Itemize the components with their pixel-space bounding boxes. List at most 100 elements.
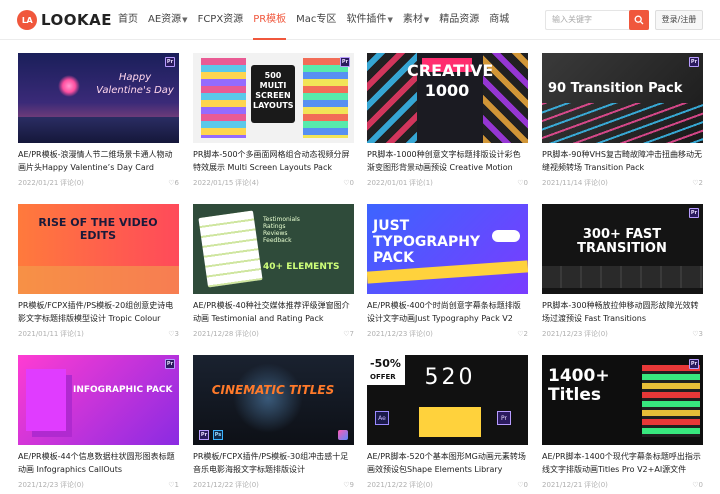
site-logo[interactable]: LA LOOKAE [17,10,112,30]
resource-card[interactable]: -50% OFFER 520 Ae Pr AE/PR脚本-520个基本图形MG动画… [367,355,528,490]
card-title[interactable]: PR模板/FCPX插件/PS模板-30组冲击感十足音乐电影海报文字标题排版设计 [193,451,354,476]
card-date: 2022/01/15 [193,179,234,187]
card-title[interactable]: PR脚本-300种畅放拉伸移动圆形故障光效转场过渡预设 Fast Transit… [542,300,703,325]
resource-card[interactable]: CINEMATIC TITLES Pr Ps PR模板/FCPX插件/PS模板-… [193,355,354,490]
card-thumbnail[interactable]: INFOGRAPHIC PACK Pr [18,355,179,445]
card-thumbnail[interactable]: 500 MULTI SCREEN LAYOUTS Pr [193,53,354,143]
nav-item-pr[interactable]: PR模板 [253,0,286,40]
card-comments[interactable]: 评论(0) [235,329,343,339]
nav-item-software[interactable]: 软件插件▼ [346,0,392,40]
thumbnail-text: CINEMATIC TITLES [211,383,335,397]
resource-card[interactable]: 500 MULTI SCREEN LAYOUTS Pr PR脚本-500个多画面… [193,53,354,188]
logo-mark: LA [17,10,37,30]
card-thumbnail[interactable]: 1400+ Titles Pr [542,355,703,445]
resource-card[interactable]: JUST TYPOGRAPHY PACK AE/PR模板-400个时尚创意字幕条… [367,204,528,339]
logo-text: LOOKAE [41,11,113,29]
card-comments[interactable]: 评论(0) [235,480,343,490]
thumbnail-text: 40+ ELEMENTS [263,262,340,272]
card-comments[interactable]: 评论(0) [584,178,692,188]
card-thumbnail[interactable]: JUST TYPOGRAPHY PACK [367,204,528,294]
card-title[interactable]: AE/PR模板-400个时尚创意字幕条标题排版设计文字动画Just Typogr… [367,300,528,325]
card-likes: 9 [349,481,354,489]
card-thumbnail[interactable]: CINEMATIC TITLES Pr Ps [193,355,354,445]
card-comments[interactable]: 评论(0) [60,480,168,490]
search-button[interactable] [629,10,649,30]
nav-item-shop[interactable]: 商城 [489,0,509,40]
card-title[interactable]: PR脚本-500个多画面网格组合动态视频分屏特效展示 Multi Screen … [193,149,354,174]
resource-card[interactable]: CREATIVE 1000 PR脚本-1000种创意文字标题排版设计彩色渐变图形… [367,53,528,188]
main-nav: 首页 AE资源▼ FCPX资源 PR模板 Mac专区 软件插件▼ 素材▼ 精品资… [118,0,519,40]
resource-card[interactable]: 1400+ Titles Pr AE/PR脚本-1400个现代字幕条标题呼出指示… [542,355,703,490]
card-comments[interactable]: 评论(1) [60,329,168,339]
card-likes: 3 [698,330,703,338]
card-likes: 7 [349,330,354,338]
premiere-icon: Pr [199,430,209,440]
thumbnail-text: INFOGRAPHIC PACK [73,385,173,395]
thumbnail-text: JUST TYPOGRAPHY PACK [373,218,481,266]
premiere-icon: Pr [689,359,699,369]
card-comments[interactable]: 评论(4) [235,178,343,188]
resource-card[interactable]: RISE OF THE VIDEO EDITS PR模板/FCPX插件/PS模板… [18,204,179,339]
search-icon [634,15,644,25]
card-thumbnail[interactable]: 90 Transition Pack Pr [542,53,703,143]
card-title[interactable]: PR脚本-1000种创意文字标题排版设计彩色渐变图形背景动画预设 Creativ… [367,149,528,174]
resource-card[interactable]: Happy Valentine's Day Pr AE/PR模板-浪漫情人节二维… [18,53,179,188]
card-thumbnail[interactable]: Testimonials Ratings Reviews Feedback 40+ E… [193,204,354,294]
card-thumbnail[interactable]: Happy Valentine's Day Pr [18,53,179,143]
card-likes: 1 [174,481,179,489]
card-likes: 2 [698,179,703,187]
nav-item-mac[interactable]: Mac专区 [296,0,336,40]
thumbnail-text: 90 Transition Pack [548,81,683,96]
card-comments[interactable]: 评论(1) [409,178,517,188]
nav-item-fcpx[interactable]: FCPX资源 [198,0,244,40]
card-comments[interactable]: 评论(0) [584,480,692,490]
card-title[interactable]: AE/PR脚本-1400个现代字幕条标题呼出指示线文字排版动画Titles Pr… [542,451,703,476]
chevron-down-icon: ▼ [182,16,188,24]
card-likes: 0 [523,481,528,489]
premiere-icon: Pr [497,411,511,425]
resource-card[interactable]: Testimonials Ratings Reviews Feedback 40+ E… [193,204,354,339]
nav-item-home[interactable]: 首页 [118,0,138,40]
card-comments[interactable]: 评论(0) [60,178,168,188]
card-title[interactable]: AE/PR脚本-520个基本图形MG动画元素转场画效预设包Shape Eleme… [367,451,528,476]
nav-item-material[interactable]: 素材▼ [403,0,429,40]
login-button[interactable]: 登录/注册 [655,10,703,30]
card-date: 2021/12/21 [542,481,583,489]
card-comments[interactable]: 评论(0) [409,329,517,339]
card-date: 2021/12/22 [193,481,234,489]
thumbnail-text: 500 MULTI SCREEN LAYOUTS [253,71,294,110]
chevron-down-icon: ▼ [387,16,393,24]
thumbnail-text: 520 [424,365,476,390]
thumbnail-text: CREATIVE 1000 [407,61,494,100]
card-likes: 3 [174,330,179,338]
card-date: 2021/12/23 [542,330,583,338]
card-comments[interactable]: 评论(0) [584,329,692,339]
card-title[interactable]: PR脚本-90种VHS复古畸故障冲击扭曲移动无缝视频转场 Transition … [542,149,703,174]
card-likes: 0 [698,481,703,489]
card-title[interactable]: AE/PR模板-44个信息数据柱状圆形图表标题动画 Infographics C… [18,451,179,476]
card-thumbnail[interactable]: -50% OFFER 520 Ae Pr [367,355,528,445]
card-comments[interactable]: 评论(0) [409,480,517,490]
card-title[interactable]: PR模板/FCPX插件/PS模板-20组创意史诗电影文字标题排版模型设计 Tro… [18,300,179,325]
card-date: 2021/11/14 [542,179,583,187]
nav-item-premium[interactable]: 精品资源 [439,0,479,40]
fcpx-icon [338,430,348,440]
thumbnail-text: 1400+ Titles [548,366,610,405]
resource-card[interactable]: INFOGRAPHIC PACK Pr AE/PR模板-44个信息数据柱状圆形图… [18,355,179,490]
card-title[interactable]: AE/PR模板-浪漫情人节二维场景卡通人物动画片头Happy Valentine… [18,149,179,174]
card-thumbnail[interactable]: 300+ FAST TRANSITION Pr [542,204,703,294]
card-thumbnail[interactable]: RISE OF THE VIDEO EDITS [18,204,179,294]
premiere-icon: Pr [689,208,699,218]
card-date: 2021/01/11 [18,330,59,338]
nav-item-ae[interactable]: AE资源▼ [148,0,188,40]
thumbnail-text: Happy Valentine's Day [96,72,174,96]
chevron-down-icon: ▼ [423,16,430,24]
card-thumbnail[interactable]: CREATIVE 1000 [367,53,528,143]
resource-card[interactable]: 90 Transition Pack Pr PR脚本-90种VHS复古畸故障冲击… [542,53,703,188]
card-date: 2022/01/01 [367,179,408,187]
card-likes: 2 [523,330,528,338]
card-title[interactable]: AE/PR模板-40种社交媒体推荐评级弹窗图介动画 Testimonial an… [193,300,354,325]
resource-card[interactable]: 300+ FAST TRANSITION Pr PR脚本-300种畅放拉伸移动圆… [542,204,703,339]
premiere-icon: Pr [689,57,699,67]
premiere-icon: Pr [165,359,175,369]
